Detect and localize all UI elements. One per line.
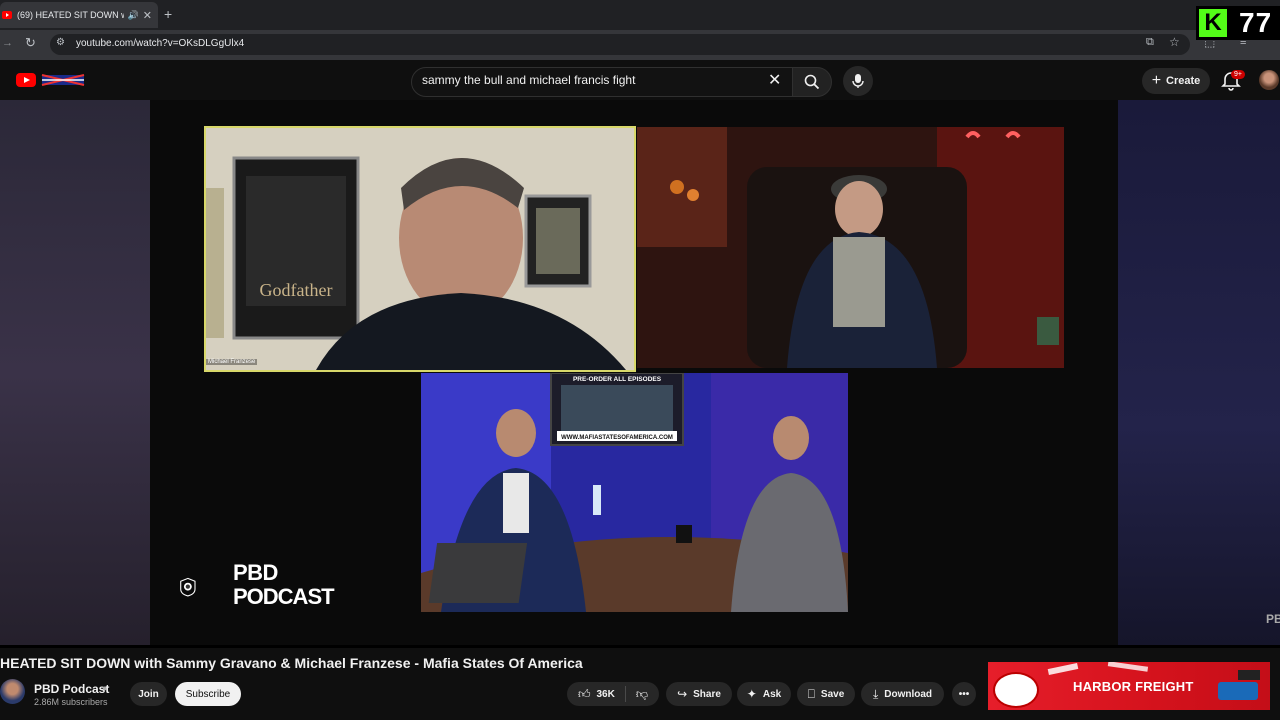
ambient-left	[0, 100, 150, 645]
sparkle-icon: ✦	[746, 687, 757, 701]
browser-tab-bar	[0, 0, 1280, 30]
youtube-logo-icon[interactable]	[16, 73, 36, 87]
forward-icon[interactable]: →	[2, 37, 13, 49]
divider	[624, 686, 626, 702]
url-text[interactable]: youtube.com/watch?v=OKsDLGgUlx4	[76, 38, 244, 49]
video-feed-hosts: PRE-ORDER ALL EPISODES WWW.MAFIASTATESOF…	[421, 373, 848, 612]
like-count[interactable]: 36K	[597, 689, 615, 700]
save-button[interactable]: ⎕ Save	[797, 682, 855, 706]
banner-preorder-text: PRE-ORDER ALL EPISODES	[573, 376, 662, 383]
pbd-logo-line2: PODCAST	[233, 584, 335, 609]
harbor-freight-logo-icon	[993, 672, 1039, 708]
ambient-right	[1118, 100, 1280, 645]
new-tab-icon[interactable]: +	[164, 6, 172, 22]
feed-scene-podcast: PRE-ORDER ALL EPISODES WWW.MAFIASTATESOF…	[421, 373, 848, 612]
close-tab-icon[interactable]: ✕	[143, 9, 152, 22]
download-button[interactable]: ⤓ Download	[861, 682, 944, 706]
share-button[interactable]: ↪ Share	[666, 682, 732, 706]
notification-badge: 9+	[1231, 70, 1245, 79]
like-icon[interactable]: 👍︎	[578, 687, 591, 702]
save-label: Save	[820, 688, 845, 700]
clear-search-icon[interactable]: ✕	[768, 70, 781, 90]
youtube-favicon-icon	[2, 11, 12, 19]
poster-text: Godfather	[260, 280, 333, 300]
feed-scene-office: Godfather	[206, 128, 634, 370]
plus-icon: +	[1151, 72, 1162, 89]
microphone-icon	[852, 74, 864, 88]
share-icon: ↪	[677, 687, 688, 701]
create-button[interactable]: + Create	[1142, 68, 1210, 94]
share-label: Share	[693, 688, 721, 700]
video-feed-sammy	[637, 127, 1064, 368]
participant-label: Michael Franzese	[206, 359, 258, 365]
search-icon	[804, 74, 820, 90]
like-dislike-group: 👍︎ 36K 👎︎	[567, 682, 659, 706]
kick-overlay: K 77	[1196, 6, 1280, 40]
more-actions-button[interactable]: •••	[952, 682, 976, 706]
bookmark-icon: ⎕	[807, 686, 815, 701]
speaker-icon[interactable]: 🔊	[128, 10, 139, 21]
install-app-icon[interactable]: ⧉	[1146, 36, 1154, 49]
search-button[interactable]	[792, 67, 832, 97]
youtube-doodle[interactable]	[40, 72, 86, 88]
subscribe-button[interactable]: Subscribe	[175, 682, 241, 706]
pbd-lion-logo-icon	[180, 577, 196, 597]
kick-viewer-count: 77	[1239, 7, 1273, 38]
video-title: HEATED SIT DOWN with Sammy Gravano & Mic…	[0, 655, 583, 671]
pbd-logo-line1: PBD	[233, 560, 278, 585]
feed-scene-studio	[637, 127, 1064, 368]
download-icon: ⤓	[872, 686, 879, 701]
reload-icon[interactable]: ↻	[25, 35, 36, 51]
subscriber-count: 2.86M subscribers	[34, 697, 108, 707]
verified-icon: ●	[102, 683, 108, 693]
site-info-icon[interactable]: ⚙	[56, 37, 65, 48]
search-query-text[interactable]: sammy the bull and michael francis fight	[422, 73, 635, 87]
channel-name[interactable]: PBD Podcast	[34, 682, 109, 696]
download-label: Download	[884, 688, 933, 700]
voice-search-button[interactable]	[843, 66, 873, 96]
dislike-icon[interactable]: 👎︎	[636, 687, 648, 702]
ask-button[interactable]: ✦ Ask	[737, 682, 791, 706]
channel-watermark[interactable]: PB	[1266, 612, 1280, 626]
ask-label: Ask	[762, 688, 782, 700]
kick-logo-icon: K	[1199, 9, 1227, 37]
tab-title: (69) HEATED SIT DOWN wi	[17, 10, 124, 20]
video-feed-michael: Godfather	[204, 126, 636, 372]
more-icon: •••	[958, 688, 970, 700]
banner-url-text: WWW.MAFIASTATESOFAMERICA.COM	[561, 435, 673, 441]
browser-tab[interactable]: (69) HEATED SIT DOWN wi 🔊 ✕	[0, 2, 158, 28]
bookmark-star-icon[interactable]: ☆	[1169, 35, 1180, 49]
channel-avatar[interactable]	[0, 679, 25, 704]
ad-brand-text[interactable]: HARBOR FREIGHT	[1073, 679, 1194, 694]
join-button[interactable]: Join	[130, 682, 167, 706]
create-label: Create	[1166, 75, 1201, 87]
account-avatar[interactable]	[1259, 70, 1279, 90]
